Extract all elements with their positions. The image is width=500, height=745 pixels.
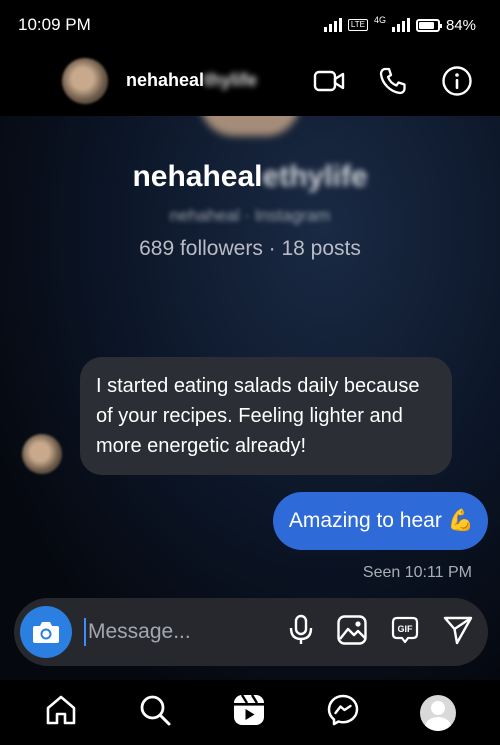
composer-actions: GIF (288, 614, 474, 651)
profile-avatar[interactable] (420, 694, 456, 731)
message-composer: Message... GIF (14, 598, 488, 666)
status-bar: 10:09 PM LTE 4G 84% (0, 0, 500, 50)
flexed-biceps-emoji: 💪 (447, 509, 474, 532)
header-username-blurred: thylife (204, 70, 258, 90)
chat-header: nehahealthylife (0, 50, 500, 116)
messenger-icon[interactable] (326, 693, 360, 732)
search-icon[interactable] (138, 693, 172, 732)
camera-icon (33, 622, 59, 643)
profile-name-visible: nehaheal (132, 160, 263, 193)
chat-area[interactable]: nehahealethylife nehaheal · Instagram 68… (0, 116, 500, 680)
profile-stats: 689 followers · 18 posts (139, 237, 361, 260)
profile-subtitle: nehaheal · Instagram (169, 206, 331, 225)
network-type: 4G (373, 15, 386, 25)
header-avatar[interactable] (62, 58, 108, 104)
profile-name: nehahealethylife (0, 160, 500, 194)
battery-icon (415, 18, 442, 32)
profile-photo (200, 116, 300, 136)
outgoing-message[interactable]: Amazing to hear 💪 (272, 492, 488, 550)
status-icons: LTE 4G 84% (323, 15, 476, 34)
send-icon[interactable] (442, 615, 474, 650)
signal-icon-2 (391, 18, 410, 32)
gallery-icon[interactable] (336, 614, 368, 651)
incoming-message[interactable]: I started eating salads daily because of… (80, 357, 452, 475)
reels-icon[interactable] (232, 693, 266, 732)
camera-button[interactable] (20, 606, 72, 658)
info-icon[interactable] (440, 64, 474, 98)
phone-call-icon[interactable] (376, 64, 410, 98)
outgoing-message-text: Amazing to hear (288, 509, 442, 532)
video-call-icon[interactable] (312, 64, 346, 98)
gif-icon[interactable]: GIF (390, 615, 420, 650)
message-input[interactable]: Message... (84, 618, 288, 646)
lte-badge: LTE (347, 19, 368, 31)
home-icon[interactable] (44, 693, 78, 732)
bottom-nav (0, 680, 500, 745)
header-actions (312, 64, 474, 98)
profile-name-blurred: ethylife (262, 160, 368, 193)
battery-level: 84% (445, 16, 476, 34)
svg-text:GIF: GIF (398, 624, 414, 634)
header-username[interactable]: nehahealthylife (126, 70, 257, 91)
seen-status: Seen 10:11 PM (362, 564, 472, 581)
signal-icon (323, 18, 342, 32)
sender-avatar[interactable] (22, 434, 62, 474)
status-time: 10:09 PM (18, 15, 91, 34)
microphone-icon[interactable] (288, 614, 314, 651)
header-username-visible: nehaheal (126, 70, 205, 90)
